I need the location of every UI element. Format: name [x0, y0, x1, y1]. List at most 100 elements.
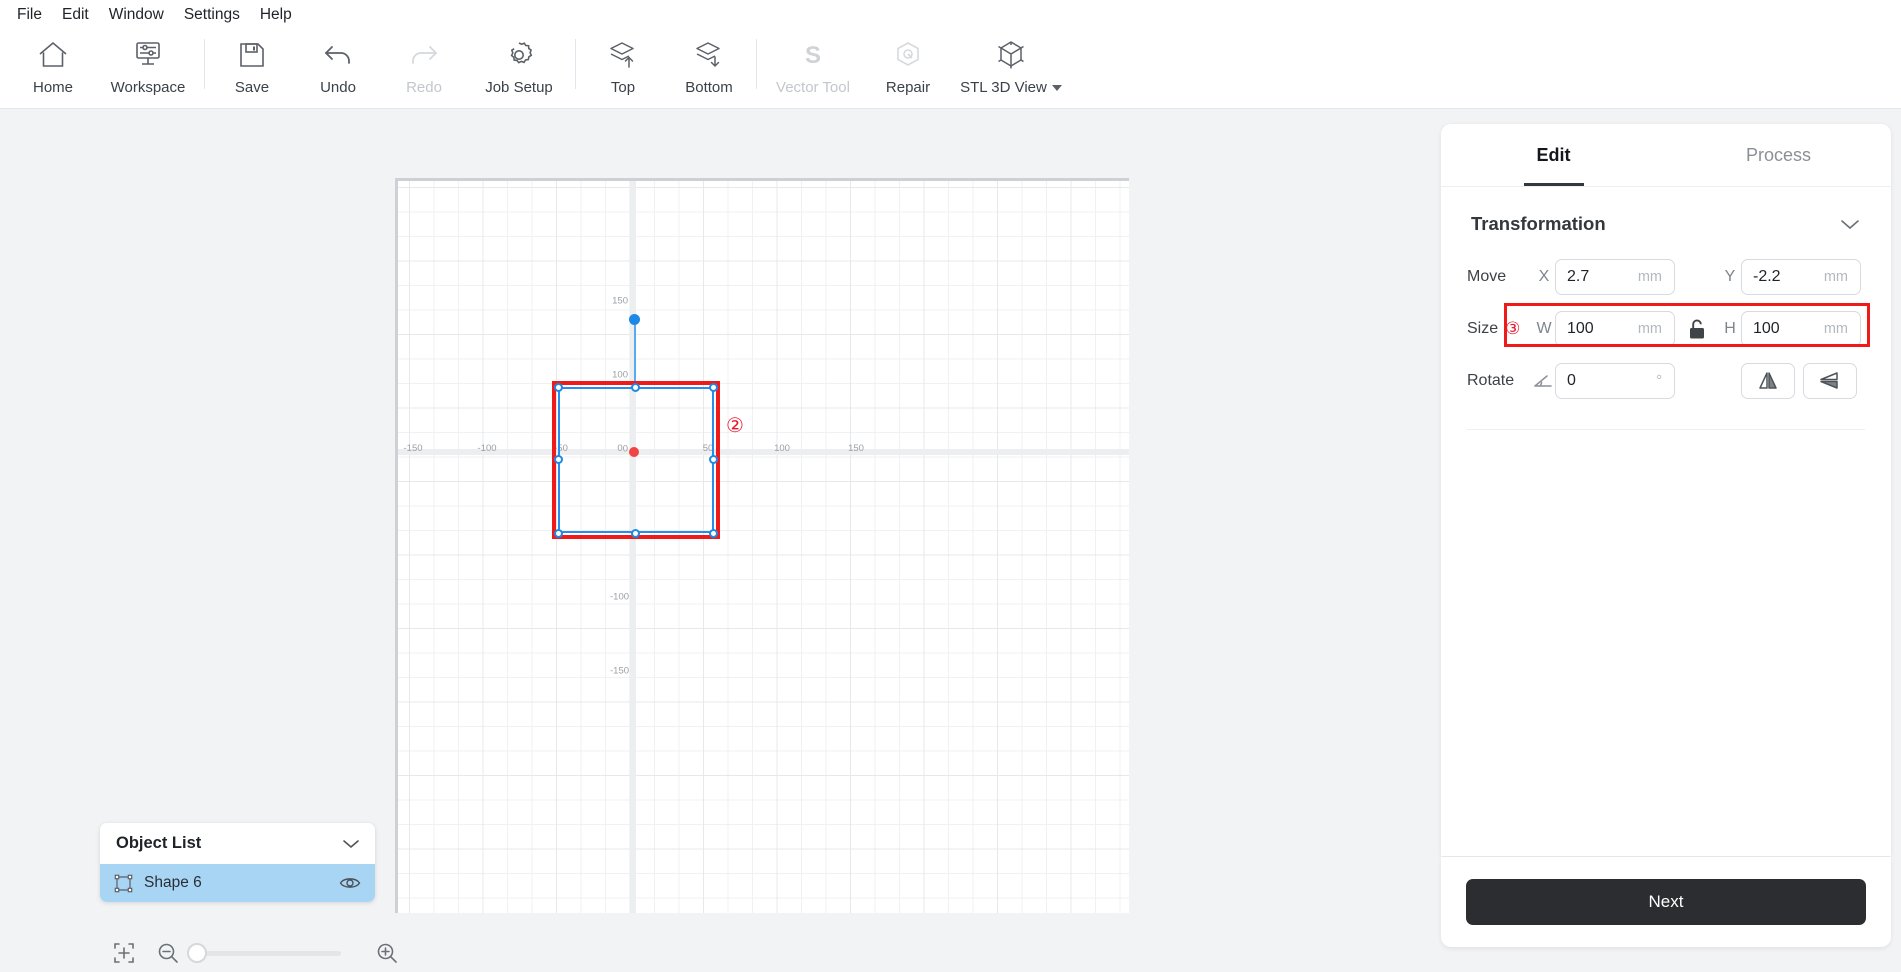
shape-icon	[114, 874, 133, 893]
toolbar-separator-3	[756, 39, 757, 89]
cube-icon	[996, 37, 1026, 73]
transformation-form: Move X mm Y mm Size ③ W	[1441, 235, 1891, 407]
repair-button[interactable]: Repair	[865, 29, 951, 103]
menu-item-file[interactable]: File	[8, 4, 51, 26]
size-w-field[interactable]: mm	[1555, 311, 1675, 347]
bottom-button[interactable]: Bottom	[666, 29, 752, 103]
unlocked-padlock-icon	[1690, 319, 1704, 339]
move-y-input[interactable]	[1742, 261, 1816, 293]
size-h-input[interactable]	[1742, 313, 1816, 345]
tab-edit[interactable]: Edit	[1441, 124, 1666, 186]
size-row: Size ③ W mm H mm	[1467, 303, 1865, 355]
rotate-unit: °	[1656, 373, 1662, 389]
chevron-down-icon[interactable]	[1051, 85, 1062, 92]
chevron-down-icon[interactable]	[341, 838, 361, 850]
undo-button[interactable]: Undo	[295, 29, 381, 103]
resize-handle-w[interactable]	[554, 455, 563, 464]
menu-item-settings[interactable]: Settings	[175, 4, 249, 26]
y-tick-m150: -150	[610, 665, 630, 677]
stl-3d-view-label: STL 3D View	[960, 79, 1062, 96]
grid-major	[398, 181, 1129, 913]
size-h-label: H	[1724, 320, 1736, 337]
object-list-title: Object List	[116, 834, 202, 852]
job-setup-label: Job Setup	[485, 79, 553, 96]
zoom-in-icon[interactable]	[365, 942, 409, 964]
rotation-stem	[634, 321, 636, 387]
workspace-label: Workspace	[110, 79, 186, 96]
tab-process[interactable]: Process	[1666, 124, 1891, 186]
menu-item-edit[interactable]: Edit	[53, 4, 98, 26]
rotate-field[interactable]: °	[1555, 363, 1675, 399]
resize-handle-s[interactable]	[631, 529, 640, 538]
move-y-label: Y	[1724, 268, 1736, 285]
undo-label: Undo	[320, 79, 356, 96]
menu-bar: File Edit Window Settings Help	[0, 0, 1901, 29]
x-tick-m150: -150	[403, 443, 423, 454]
resize-handle-ne[interactable]	[709, 383, 718, 392]
object-list-header[interactable]: Object List	[100, 823, 375, 864]
panel-tabs: Edit Process	[1441, 124, 1891, 187]
move-label: Move	[1467, 268, 1507, 285]
resize-handle-nw[interactable]	[554, 383, 563, 392]
move-y-field[interactable]: mm	[1741, 259, 1861, 295]
chevron-down-icon[interactable]	[1839, 218, 1861, 231]
rotate-label: Rotate	[1467, 372, 1515, 389]
design-canvas[interactable]: 150 100 0 -100 -150 -150 -100 -50 0 50 1…	[395, 178, 1129, 913]
size-w-unit: mm	[1637, 321, 1662, 337]
move-x-input[interactable]	[1556, 261, 1630, 293]
save-button[interactable]: Save	[209, 29, 295, 103]
selected-shape-outline[interactable]	[558, 387, 714, 533]
svg-text:S: S	[805, 42, 821, 69]
vector-tool-icon: S	[798, 37, 828, 73]
angle-icon	[1533, 373, 1555, 389]
redo-label: Redo	[406, 79, 442, 96]
vector-tool-button[interactable]: S Vector Tool	[761, 29, 865, 103]
toolbar-separator-1	[204, 39, 205, 89]
y-tick-m100: -100	[610, 591, 630, 603]
flip-horizontal-icon	[1759, 372, 1777, 389]
transformation-section-header[interactable]: Transformation	[1441, 187, 1891, 235]
fit-to-screen-icon[interactable]	[102, 942, 146, 964]
zoom-out-icon[interactable]	[146, 942, 190, 964]
home-button[interactable]: Home	[10, 29, 96, 103]
aspect-lock-toggle[interactable]	[1675, 318, 1719, 340]
resize-handle-sw[interactable]	[554, 529, 563, 538]
size-h-field[interactable]: mm	[1741, 311, 1861, 347]
rotate-input[interactable]	[1556, 365, 1630, 397]
resize-handle-n[interactable]	[631, 383, 640, 392]
menu-item-window[interactable]: Window	[100, 4, 173, 26]
x-tick-100: 100	[774, 443, 790, 454]
x-tick-m100: -100	[477, 443, 497, 454]
move-x-field[interactable]: mm	[1555, 259, 1675, 295]
layers-down-icon	[693, 37, 725, 73]
zoom-slider[interactable]	[187, 942, 341, 963]
gear-icon	[504, 37, 534, 73]
move-y-unit: mm	[1823, 269, 1848, 285]
annotation-marker-2: ②	[726, 413, 744, 437]
axis-horizontal	[398, 449, 1129, 455]
shape-center-point	[629, 447, 639, 457]
workspace-button[interactable]: Workspace	[96, 29, 200, 103]
size-w-input[interactable]	[1556, 313, 1630, 345]
move-x-label: X	[1538, 268, 1550, 285]
resize-handle-e[interactable]	[709, 455, 718, 464]
app-root: File Edit Window Settings Help Home Work…	[0, 0, 1901, 972]
redo-button[interactable]: Redo	[381, 29, 467, 103]
top-label: Top	[610, 79, 636, 96]
annotation-marker-3: ③	[1505, 318, 1521, 339]
zoom-slider-knob[interactable]	[187, 942, 207, 963]
menu-item-help[interactable]: Help	[251, 4, 301, 26]
top-button[interactable]: Top	[580, 29, 666, 103]
axis-vertical	[630, 181, 636, 913]
resize-handle-se[interactable]	[709, 529, 718, 538]
save-icon	[237, 37, 267, 73]
flip-horizontal-button[interactable]	[1741, 363, 1795, 399]
flip-vertical-button[interactable]	[1803, 363, 1857, 399]
eye-icon[interactable]	[339, 875, 361, 891]
list-item[interactable]: Shape 6	[100, 864, 375, 902]
rotation-handle[interactable]	[629, 314, 640, 325]
stl-3d-view-button[interactable]: STL 3D View	[951, 29, 1071, 103]
job-setup-button[interactable]: Job Setup	[467, 29, 571, 103]
panel-footer: Next	[1441, 857, 1891, 947]
next-button[interactable]: Next	[1466, 879, 1866, 925]
